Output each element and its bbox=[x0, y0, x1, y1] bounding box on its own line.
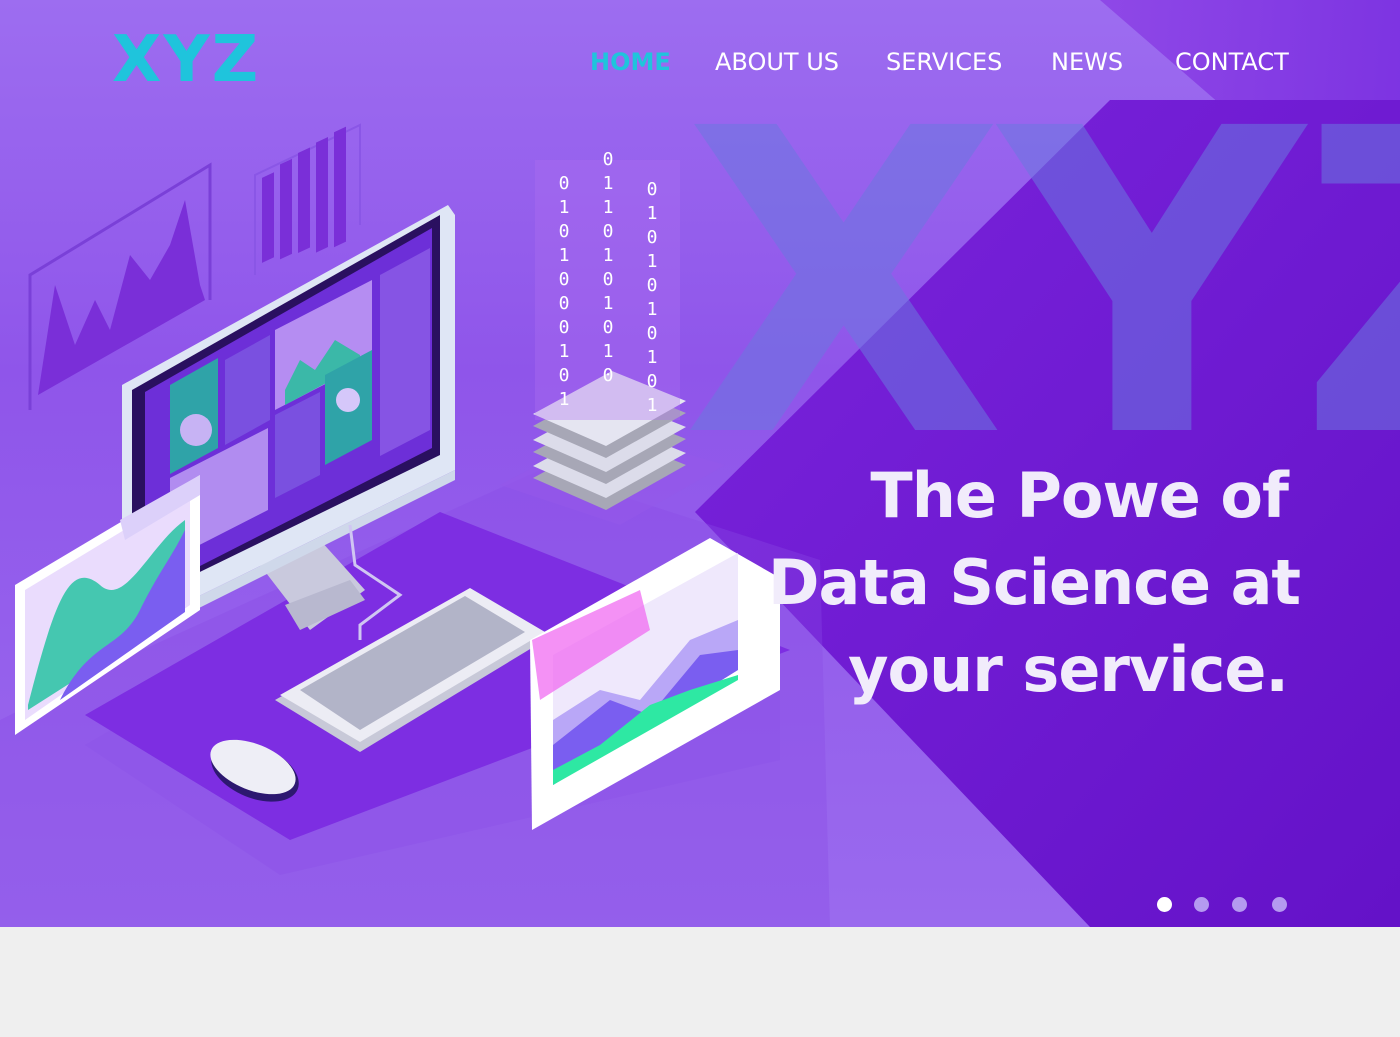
slide-dot-1[interactable] bbox=[1157, 897, 1172, 912]
binary-column-2: 0110101010 bbox=[602, 149, 614, 386]
content-area bbox=[0, 927, 1400, 1037]
nav-home[interactable]: HOME bbox=[590, 46, 671, 78]
nav-contact[interactable]: CONTACT bbox=[1175, 46, 1289, 78]
slide-dot-2[interactable] bbox=[1194, 897, 1209, 912]
headline-line-3: your service. bbox=[848, 633, 1289, 706]
slide-dot-4[interactable] bbox=[1272, 897, 1287, 912]
nav-news[interactable]: NEWS bbox=[1051, 46, 1123, 78]
headline-line-1: The Powe of bbox=[870, 459, 1289, 532]
main-nav: HOME ABOUT US SERVICES NEWS CONTACT bbox=[0, 46, 1400, 80]
bar-chart-graphic bbox=[254, 123, 361, 275]
headline-line-2: Data Science at bbox=[768, 546, 1301, 619]
hero-section: XYZ bbox=[0, 0, 1400, 927]
hero-headline: The Powe of Data Science at your service… bbox=[768, 452, 1301, 713]
binary-column-1: 0101000101 bbox=[558, 173, 570, 410]
slide-dot-3[interactable] bbox=[1232, 897, 1247, 912]
slider-dots bbox=[0, 897, 1400, 913]
binary-column-3: 0101010101 bbox=[646, 179, 658, 416]
nav-about-us[interactable]: ABOUT US bbox=[715, 46, 839, 78]
nav-services[interactable]: SERVICES bbox=[886, 46, 1002, 78]
